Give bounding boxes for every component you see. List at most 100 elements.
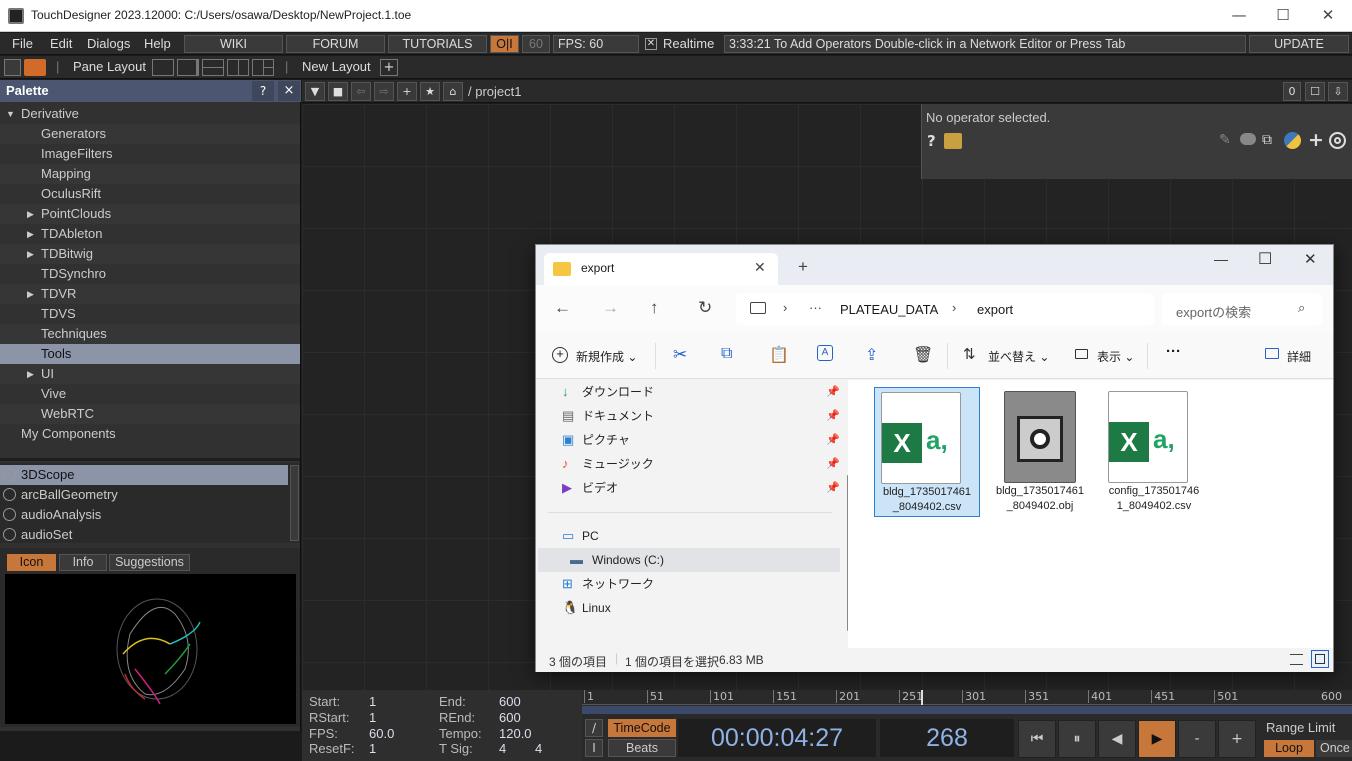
paste-icon[interactable]: 📋	[769, 345, 789, 365]
new-button[interactable]: 新規作成 ⌄	[576, 348, 637, 365]
layout-split-3-icon[interactable]	[227, 59, 249, 76]
component-item[interactable]: arcBallGeometry	[0, 485, 288, 505]
quick-access-item[interactable]: ▣ 📌 ピクチャ	[536, 428, 841, 452]
component-scrollbar[interactable]	[290, 465, 299, 541]
range-bar[interactable]	[582, 706, 1352, 714]
palette-item[interactable]: Techniques	[0, 324, 300, 344]
tab-icon[interactable]: Icon	[7, 554, 56, 571]
pin-icon[interactable]: 📌	[826, 404, 840, 428]
update-button[interactable]: UPDATE	[1249, 35, 1349, 53]
palette-item[interactable]: ▶ PointClouds	[0, 204, 300, 224]
forward-icon[interactable]: ⇨	[374, 82, 394, 101]
fps-value[interactable]: 60.0	[369, 726, 394, 741]
refresh-icon[interactable]: ↻	[698, 298, 712, 318]
menu-help[interactable]: Help	[144, 36, 171, 51]
address-bar[interactable]: › ··· PLATEAU_DATA › export	[736, 293, 1154, 325]
operator-help-button[interactable]: ?	[927, 132, 936, 150]
palette-item[interactable]: Mapping	[0, 164, 300, 184]
comment-icon[interactable]	[1240, 133, 1256, 145]
collapsed-arrow-icon[interactable]: ▶	[27, 204, 34, 224]
maximize-pane-icon[interactable]: ☐	[1305, 82, 1325, 101]
file-item[interactable]: bldg_1735017461 _8049402.obj	[988, 387, 1094, 517]
details-button[interactable]: 詳細	[1287, 348, 1311, 365]
explorer-maximize-icon[interactable]: ☐	[1258, 249, 1272, 269]
tsig-numerator[interactable]: 4	[499, 741, 506, 756]
tsig-denominator[interactable]: 4	[535, 741, 542, 756]
quick-access-item[interactable]: ▶ 📌 ビデオ	[536, 476, 841, 500]
resetf-value[interactable]: 1	[369, 741, 376, 756]
location-item[interactable]: 🐧 Linux	[536, 596, 841, 620]
timecode-button[interactable]: TimeCode	[608, 719, 676, 737]
target-icon[interactable]	[1329, 132, 1346, 149]
playhead[interactable]	[920, 690, 923, 705]
collapsed-arrow-icon[interactable]: ▶	[27, 284, 34, 304]
layout-single-icon[interactable]	[152, 59, 174, 76]
pause-icon[interactable]: ⏸	[1058, 720, 1096, 758]
expanded-arrow-icon[interactable]: ▼	[6, 104, 15, 124]
component-item[interactable]: audioSet	[0, 525, 288, 545]
palette-item[interactable]: ▶ TDAbleton	[0, 224, 300, 244]
pin-icon[interactable]: 📌	[826, 452, 840, 476]
details-view-icon[interactable]	[1290, 654, 1303, 665]
search-field[interactable]: exportの検索 ⌕	[1162, 293, 1322, 325]
breadcrumb-ellipsis[interactable]: ···	[809, 300, 822, 315]
rstart-value[interactable]: 1	[369, 710, 376, 725]
tutorials-button[interactable]: TUTORIALS	[388, 35, 487, 53]
tempo-value[interactable]: 120.0	[499, 726, 532, 741]
once-button[interactable]: Once	[1316, 740, 1352, 757]
breadcrumb-plateau[interactable]: PLATEAU_DATA	[840, 302, 938, 317]
play-icon[interactable]: ▶	[1138, 720, 1176, 758]
back-arrow-icon[interactable]: ←	[554, 298, 571, 318]
fps-cap-field[interactable]: 60	[522, 35, 550, 53]
explorer-tab[interactable]: export ✕	[544, 253, 778, 285]
large-icons-view-icon[interactable]	[1311, 650, 1329, 668]
up-arrow-icon[interactable]: ↑	[650, 298, 659, 318]
cut-icon[interactable]: ✂	[673, 345, 687, 365]
bar-icon[interactable]: I	[585, 739, 603, 757]
palette-item[interactable]: Tools	[0, 344, 300, 364]
component-item[interactable]: audioAnalysis	[0, 505, 288, 525]
layout-split-v-icon[interactable]	[177, 59, 199, 76]
sort-button[interactable]: 並べ替え ⌄	[988, 348, 1049, 365]
breadcrumb-export[interactable]: export	[977, 302, 1013, 317]
menu-dialogs[interactable]: Dialogs	[87, 36, 130, 51]
palette-item[interactable]: ▶ UI	[0, 364, 300, 384]
palette-item[interactable]: Vive	[0, 384, 300, 404]
file-item[interactable]: Xa, bldg_1735017461 _8049402.csv	[874, 387, 980, 517]
add-layout-icon[interactable]: +	[380, 59, 398, 76]
python-icon[interactable]	[1284, 132, 1301, 149]
menu-dropdown-icon[interactable]: ▼	[305, 82, 325, 101]
location-item[interactable]: ▭ PC	[536, 524, 841, 548]
palette-item[interactable]: ImageFilters	[0, 144, 300, 164]
palette-item[interactable]: TDVS	[0, 304, 300, 324]
new-tab-button[interactable]: +	[798, 257, 808, 277]
palette-item[interactable]: My Components	[0, 424, 300, 444]
minimize-icon[interactable]: —	[1224, 4, 1254, 26]
delete-icon[interactable]: 🗑	[913, 345, 933, 365]
tab-close-icon[interactable]: ✕	[754, 259, 766, 276]
palette-item[interactable]: ▶ TDVR	[0, 284, 300, 304]
close-icon[interactable]: ✕	[1313, 4, 1343, 26]
add-icon[interactable]: +	[397, 82, 417, 101]
pin-icon[interactable]: 📌	[826, 380, 840, 404]
explorer-close-icon[interactable]: ✕	[1304, 250, 1317, 268]
network-path[interactable]: / project1	[468, 84, 521, 99]
collapsed-arrow-icon[interactable]: ▶	[27, 244, 34, 264]
view-button[interactable]: 表示 ⌄	[1097, 348, 1134, 365]
forum-button[interactable]: FORUM	[286, 35, 385, 53]
palette-item[interactable]: ▼ Derivative	[0, 104, 300, 124]
location-item[interactable]: ▬ Windows (C:)	[538, 548, 840, 572]
timeline-ruler[interactable]: 1 51 101 151 201 251 301 351 401 451 501 600	[582, 690, 1352, 705]
bookmark-icon[interactable]: ★	[420, 82, 440, 101]
beats-button[interactable]: Beats	[608, 739, 676, 757]
wiki-button[interactable]: WIKI	[184, 35, 283, 53]
palette-close-button[interactable]: ×	[278, 81, 300, 101]
download-pane-icon[interactable]: ⇩	[1328, 82, 1348, 101]
realtime-checkbox[interactable]: ✕	[645, 38, 657, 50]
menu-file[interactable]: File	[12, 36, 33, 51]
palette-item[interactable]: Generators	[0, 124, 300, 144]
pin-icon[interactable]: 📌	[826, 476, 840, 500]
plus-icon[interactable]: +	[1308, 129, 1324, 151]
home-icon[interactable]: ⌂	[443, 82, 463, 101]
quick-access-item[interactable]: ↓ 📌 ダウンロード	[536, 380, 841, 404]
